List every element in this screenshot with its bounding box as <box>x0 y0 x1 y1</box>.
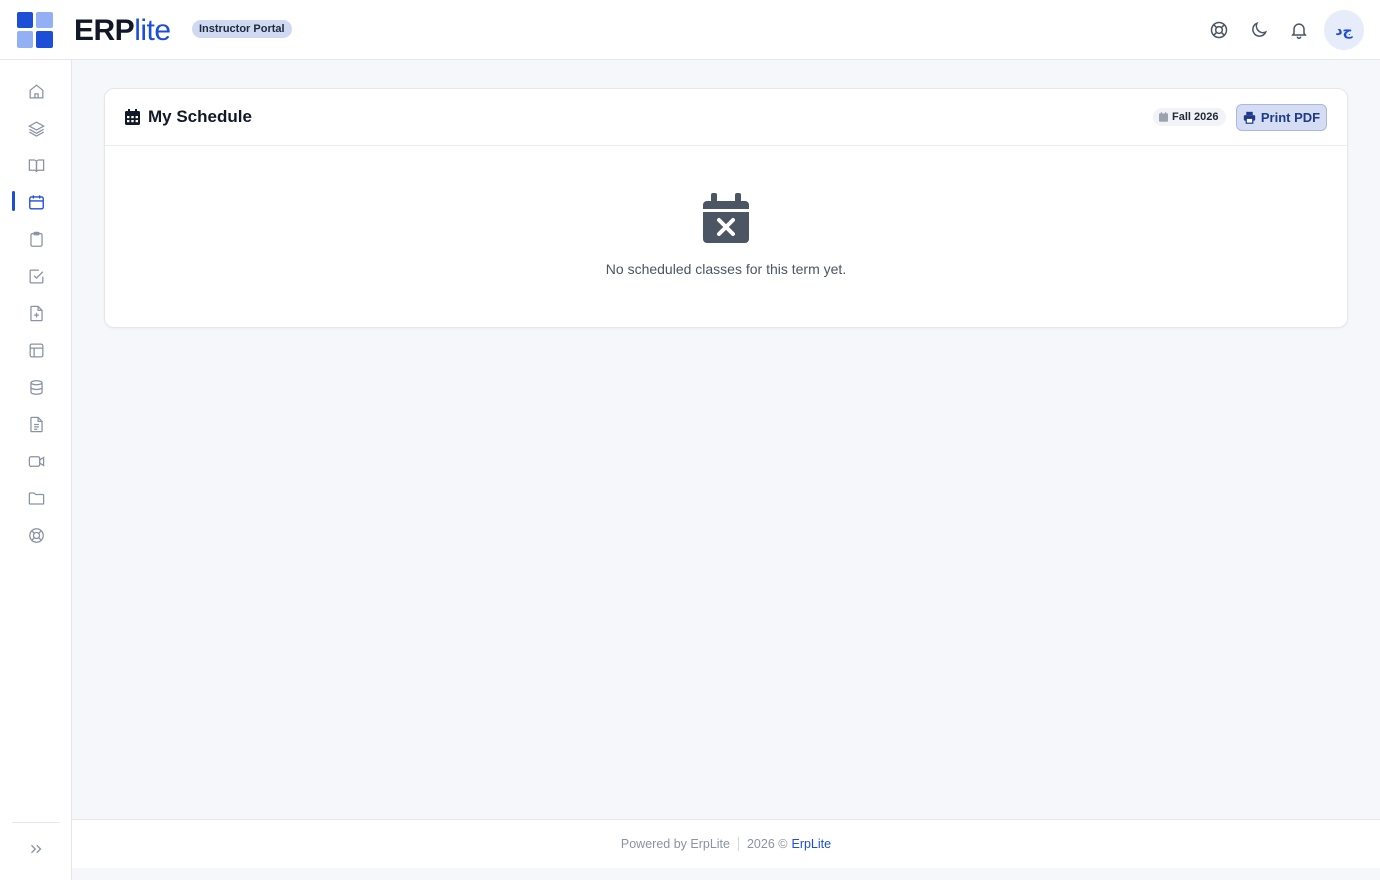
user-avatar[interactable]: ﺝﺩ <box>1324 10 1364 50</box>
sidebar-item-documents[interactable] <box>24 412 48 436</box>
small-calendar-icon <box>1159 112 1168 122</box>
dark-mode-toggle[interactable] <box>1247 18 1271 42</box>
schedule-card: My Schedule Fall 2026 Print PDF No sched… <box>104 88 1348 328</box>
file-plus-icon <box>29 305 43 321</box>
sidebar-item-layers[interactable] <box>24 116 48 140</box>
sidebar-expand-button[interactable] <box>24 837 48 861</box>
sidebar-active-indicator <box>12 191 15 211</box>
print-pdf-button[interactable]: Print PDF <box>1236 104 1327 131</box>
schedule-title: My Schedule <box>125 106 252 128</box>
sidebar <box>0 60 72 880</box>
printer-icon <box>1243 111 1256 124</box>
layers-icon <box>27 120 45 137</box>
erplite-link[interactable]: ErpLite <box>791 837 831 851</box>
schedule-title-text: My Schedule <box>148 107 252 126</box>
term-label: Fall 2026 <box>1172 111 1219 123</box>
sidebar-item-new-document[interactable] <box>24 301 48 325</box>
sidebar-item-database[interactable] <box>24 375 48 399</box>
portal-badge: Instructor Portal <box>192 20 292 38</box>
calendar-x-icon <box>703 193 749 243</box>
calendar-grid-icon <box>125 109 140 125</box>
schedule-card-header: My Schedule Fall 2026 Print PDF <box>105 89 1347 146</box>
bottom-strip <box>72 868 1380 880</box>
home-icon <box>29 83 43 98</box>
folder-icon <box>28 491 44 505</box>
sidebar-item-layout[interactable] <box>24 338 48 362</box>
clipboard-icon <box>29 231 43 247</box>
sidebar-item-video[interactable] <box>24 449 48 473</box>
brand-main: ERP <box>74 14 135 47</box>
help-lifebuoy-button[interactable] <box>1207 18 1231 42</box>
term-badge: Fall 2026 <box>1153 108 1227 126</box>
file-text-icon <box>29 416 43 432</box>
sidebar-item-files[interactable] <box>24 486 48 510</box>
video-icon <box>28 455 44 467</box>
layout-icon <box>29 343 43 357</box>
brand-accent: lite <box>134 14 171 47</box>
print-pdf-label: Print PDF <box>1260 110 1321 125</box>
powered-by-text: Powered by ErpLite <box>620 837 730 851</box>
notifications-button[interactable] <box>1287 18 1311 42</box>
database-icon <box>29 379 43 395</box>
brand-logo-text[interactable]: ERPlite <box>74 14 171 48</box>
top-header: ERPlite Instructor Portal ﺝﺩ <box>0 0 1380 60</box>
empty-schedule-message: No scheduled classes for this term yet. <box>605 261 847 277</box>
logo-icon[interactable] <box>17 12 53 48</box>
book-icon <box>28 158 44 172</box>
chevrons-right-icon <box>31 844 42 854</box>
sidebar-item-support[interactable] <box>24 523 48 547</box>
footer-separator <box>737 837 739 851</box>
bell-icon <box>1291 23 1307 40</box>
moon-icon <box>1252 21 1268 37</box>
lifebuoy-icon <box>1210 21 1228 39</box>
page-footer: Powered by ErpLite 2026 © ErpLite <box>72 819 1380 868</box>
sidebar-item-tasks[interactable] <box>24 264 48 288</box>
check-square-icon <box>29 269 43 283</box>
sidebar-item-clipboard[interactable] <box>24 227 48 251</box>
calendar-icon <box>28 194 44 210</box>
sidebar-item-courses[interactable] <box>24 153 48 177</box>
sidebar-divider <box>12 822 59 823</box>
sidebar-item-home[interactable] <box>24 79 48 103</box>
copyright-text: 2026 © <box>746 837 788 851</box>
lifebuoy-icon <box>28 527 44 543</box>
sidebar-item-schedule[interactable] <box>24 190 48 214</box>
